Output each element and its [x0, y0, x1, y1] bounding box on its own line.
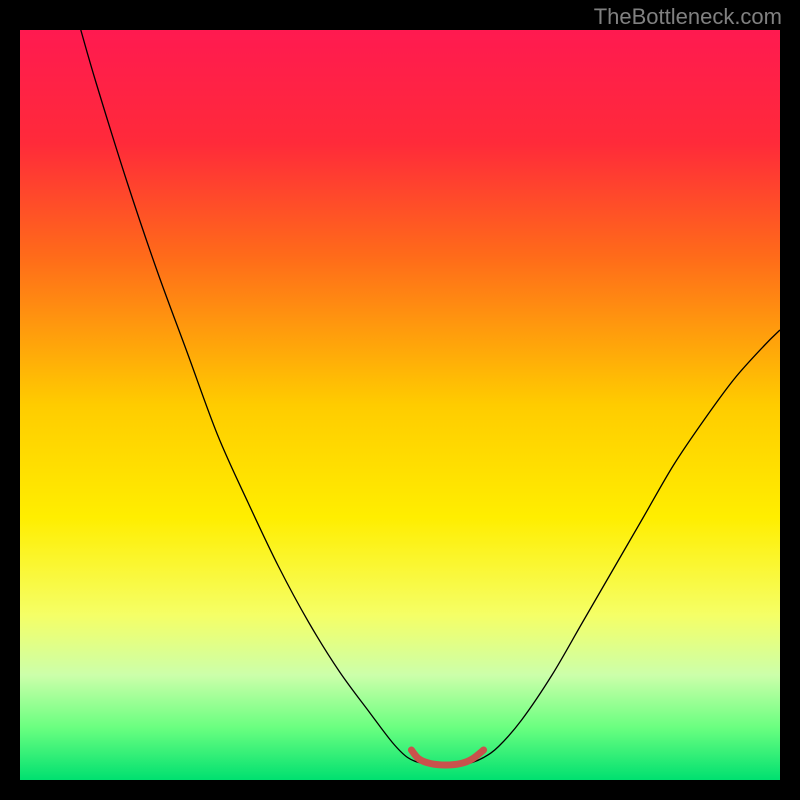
watermark-text: TheBottleneck.com: [594, 4, 782, 30]
plot-area: [20, 30, 780, 780]
chart-container: TheBottleneck.com: [0, 0, 800, 800]
chart-svg: [20, 30, 780, 780]
gradient-background: [20, 30, 780, 780]
